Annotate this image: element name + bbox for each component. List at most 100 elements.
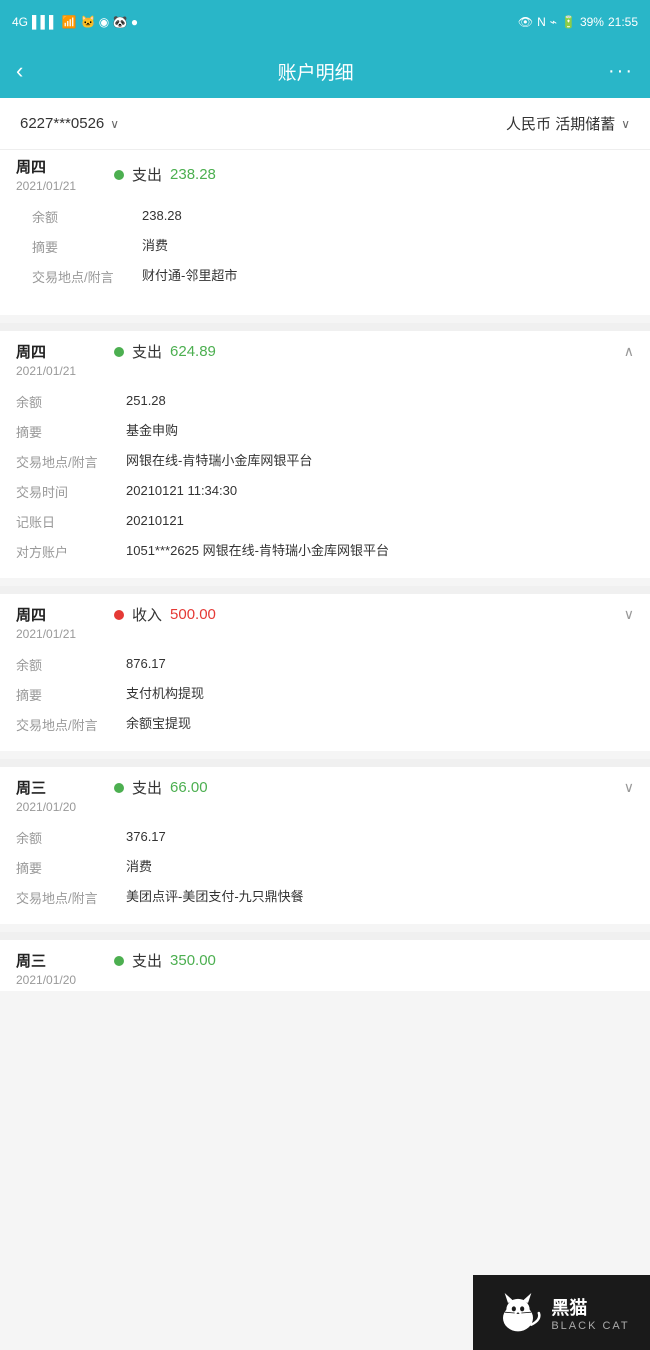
type-row-2: 收入 500.00 ∨ [114,604,634,625]
expand-icon-2[interactable]: ∨ [624,606,634,623]
header: ‹ 账户明细 ··· [0,44,650,98]
status-right: 👁 N ⌁ 🔋 39% 21:55 [518,15,638,29]
account-number: 6227***0526 [20,115,104,132]
detail-row: 摘要 基金申购 [16,416,634,446]
detail-label: 余额 [16,654,126,674]
detail-value: 网银在线-肯特瑞小金库网银平台 [126,451,634,471]
dot-4 [114,956,124,966]
transaction-group-1: 周四 2021/01/21 支出 624.89 ∧ 余额 251.28 摘要 基… [0,331,650,578]
bluetooth-icon: ⌁ [550,15,557,29]
account-type-chevron: ∨ [621,117,630,131]
detail-label: 摘要 [16,857,126,877]
page-title: 账户明细 [278,58,354,85]
detail-label: 交易地点/附言 [32,266,142,286]
transaction-header-3[interactable]: 周三 2021/01/20 支出 66.00 ∨ [0,767,650,818]
more-button[interactable]: ··· [608,60,634,83]
partial-date-block: 周四 2021/01/21 [16,156,104,193]
date-block-4: 周三 2021/01/20 [16,950,104,987]
account-type-selector[interactable]: 人民币 活期储蓄 ∨ [506,113,630,134]
partial-header: 周四 2021/01/21 支出 238.28 [16,156,634,193]
date-str-1: 2021/01/21 [16,364,104,378]
date-str-4: 2021/01/20 [16,973,104,987]
detail-table-2: 余额 876.17 摘要 支付机构提现 交易地点/附言 余额宝提现 [0,645,650,751]
day-1: 周四 [16,341,104,362]
date-block-3: 周三 2021/01/20 [16,777,104,814]
detail-row: 余额 238.28 [32,201,618,231]
nfc-icon: N [537,15,546,29]
date-str-3: 2021/01/20 [16,800,104,814]
partial-type-row: 支出 238.28 [114,164,634,185]
detail-row: 交易地点/附言 财付通-邻里超市 [32,261,618,291]
detail-label: 交易时间 [16,481,126,501]
detail-value: 美团点评-美团支付-九只鼎快餐 [126,887,634,907]
detail-row: 余额 251.28 [16,386,634,416]
detail-value: 消费 [126,857,634,877]
type-label-4: 支出 [132,950,162,971]
detail-table-1: 余额 251.28 摘要 基金申购 交易地点/附言 网银在线-肯特瑞小金库网银平… [0,382,650,578]
date-block-1: 周四 2021/01/21 [16,341,104,378]
day-4: 周三 [16,950,104,971]
detail-value: 财付通-邻里超市 [142,266,618,286]
partial-entry: 周四 2021/01/21 支出 238.28 余额 238.28 摘要 消费 … [0,150,650,315]
section-divider [0,586,650,594]
detail-row: 摘要 支付机构提现 [16,679,634,709]
type-row-1: 支出 624.89 ∧ [114,341,634,362]
section-divider [0,932,650,940]
detail-label: 交易地点/附言 [16,714,126,734]
detail-row: 摘要 消费 [16,852,634,882]
watermark: 黑猫 BLACK CAT [473,1275,650,1350]
account-number-chevron: ∨ [110,117,119,131]
watermark-text-block: 黑猫 BLACK CAT [551,1294,629,1332]
detail-value: 238.28 [142,206,618,226]
detail-label: 交易地点/附言 [16,887,126,907]
section-divider [0,759,650,767]
partial-dot [114,170,124,180]
detail-table-3: 余额 376.17 摘要 消费 交易地点/附言 美团点评-美团支付-九只鼎快餐 [0,818,650,924]
dot-2 [114,610,124,620]
expand-icon-3[interactable]: ∨ [624,779,634,796]
detail-label: 余额 [16,391,126,411]
day-3: 周三 [16,777,104,798]
back-button[interactable]: ‹ [16,58,23,84]
detail-row: 对方账户 1051***2625 网银在线-肯特瑞小金库网银平台 [16,536,634,566]
type-label-3: 支出 [132,777,162,798]
time-display: 21:55 [608,15,638,29]
amount-1: 624.89 [170,343,216,360]
cat-icon [493,1288,543,1338]
expand-icon-1[interactable]: ∧ [624,343,634,360]
partial-date-str: 2021/01/21 [16,179,104,193]
detail-row: 余额 376.17 [16,822,634,852]
status-left: 4G ▌▌▌ 📶 🐱 ◉ 🐼 ● [12,15,138,29]
detail-label: 对方账户 [16,541,126,561]
account-bar: 6227***0526 ∨ 人民币 活期储蓄 ∨ [0,98,650,150]
dot-1 [114,347,124,357]
partial-type: 支出 [132,164,162,185]
status-bar: 4G ▌▌▌ 📶 🐱 ◉ 🐼 ● 👁 N ⌁ 🔋 39% 21:55 [0,0,650,44]
detail-value: 876.17 [126,654,634,674]
detail-label: 摘要 [16,421,126,441]
transaction-header-2[interactable]: 周四 2021/01/21 收入 500.00 ∨ [0,594,650,645]
partial-day: 周四 [16,156,104,177]
dot-3 [114,783,124,793]
partial-amount: 238.28 [170,166,216,183]
type-label-1: 支出 [132,341,162,362]
transaction-header-4[interactable]: 周三 2021/01/20 支出 350.00 [0,940,650,991]
detail-row: 交易地点/附言 余额宝提现 [16,709,634,739]
watermark-en-name: BLACK CAT [551,1320,629,1332]
signal-bars: ▌▌▌ [32,15,58,29]
type-row-3: 支出 66.00 ∨ [114,777,634,798]
signal-icon: 4G [12,15,28,29]
detail-label: 摘要 [32,236,142,256]
transaction-header-1[interactable]: 周四 2021/01/21 支出 624.89 ∧ [0,331,650,382]
icons-row: 🐱 ◉ 🐼 ● [80,15,138,29]
detail-value: 余额宝提现 [126,714,634,734]
partial-details: 余额 238.28 摘要 消费 交易地点/附言 财付通-邻里超市 [16,197,634,303]
wifi-icon: 📶 [62,15,77,29]
section-divider [0,323,650,331]
account-number-selector[interactable]: 6227***0526 ∨ [20,115,119,132]
battery-icon: 🔋 [561,15,576,29]
date-str-2: 2021/01/21 [16,627,104,641]
eye-icon: 👁 [518,15,533,29]
watermark-cn-name: 黑猫 [551,1294,629,1320]
amount-3: 66.00 [170,779,208,796]
